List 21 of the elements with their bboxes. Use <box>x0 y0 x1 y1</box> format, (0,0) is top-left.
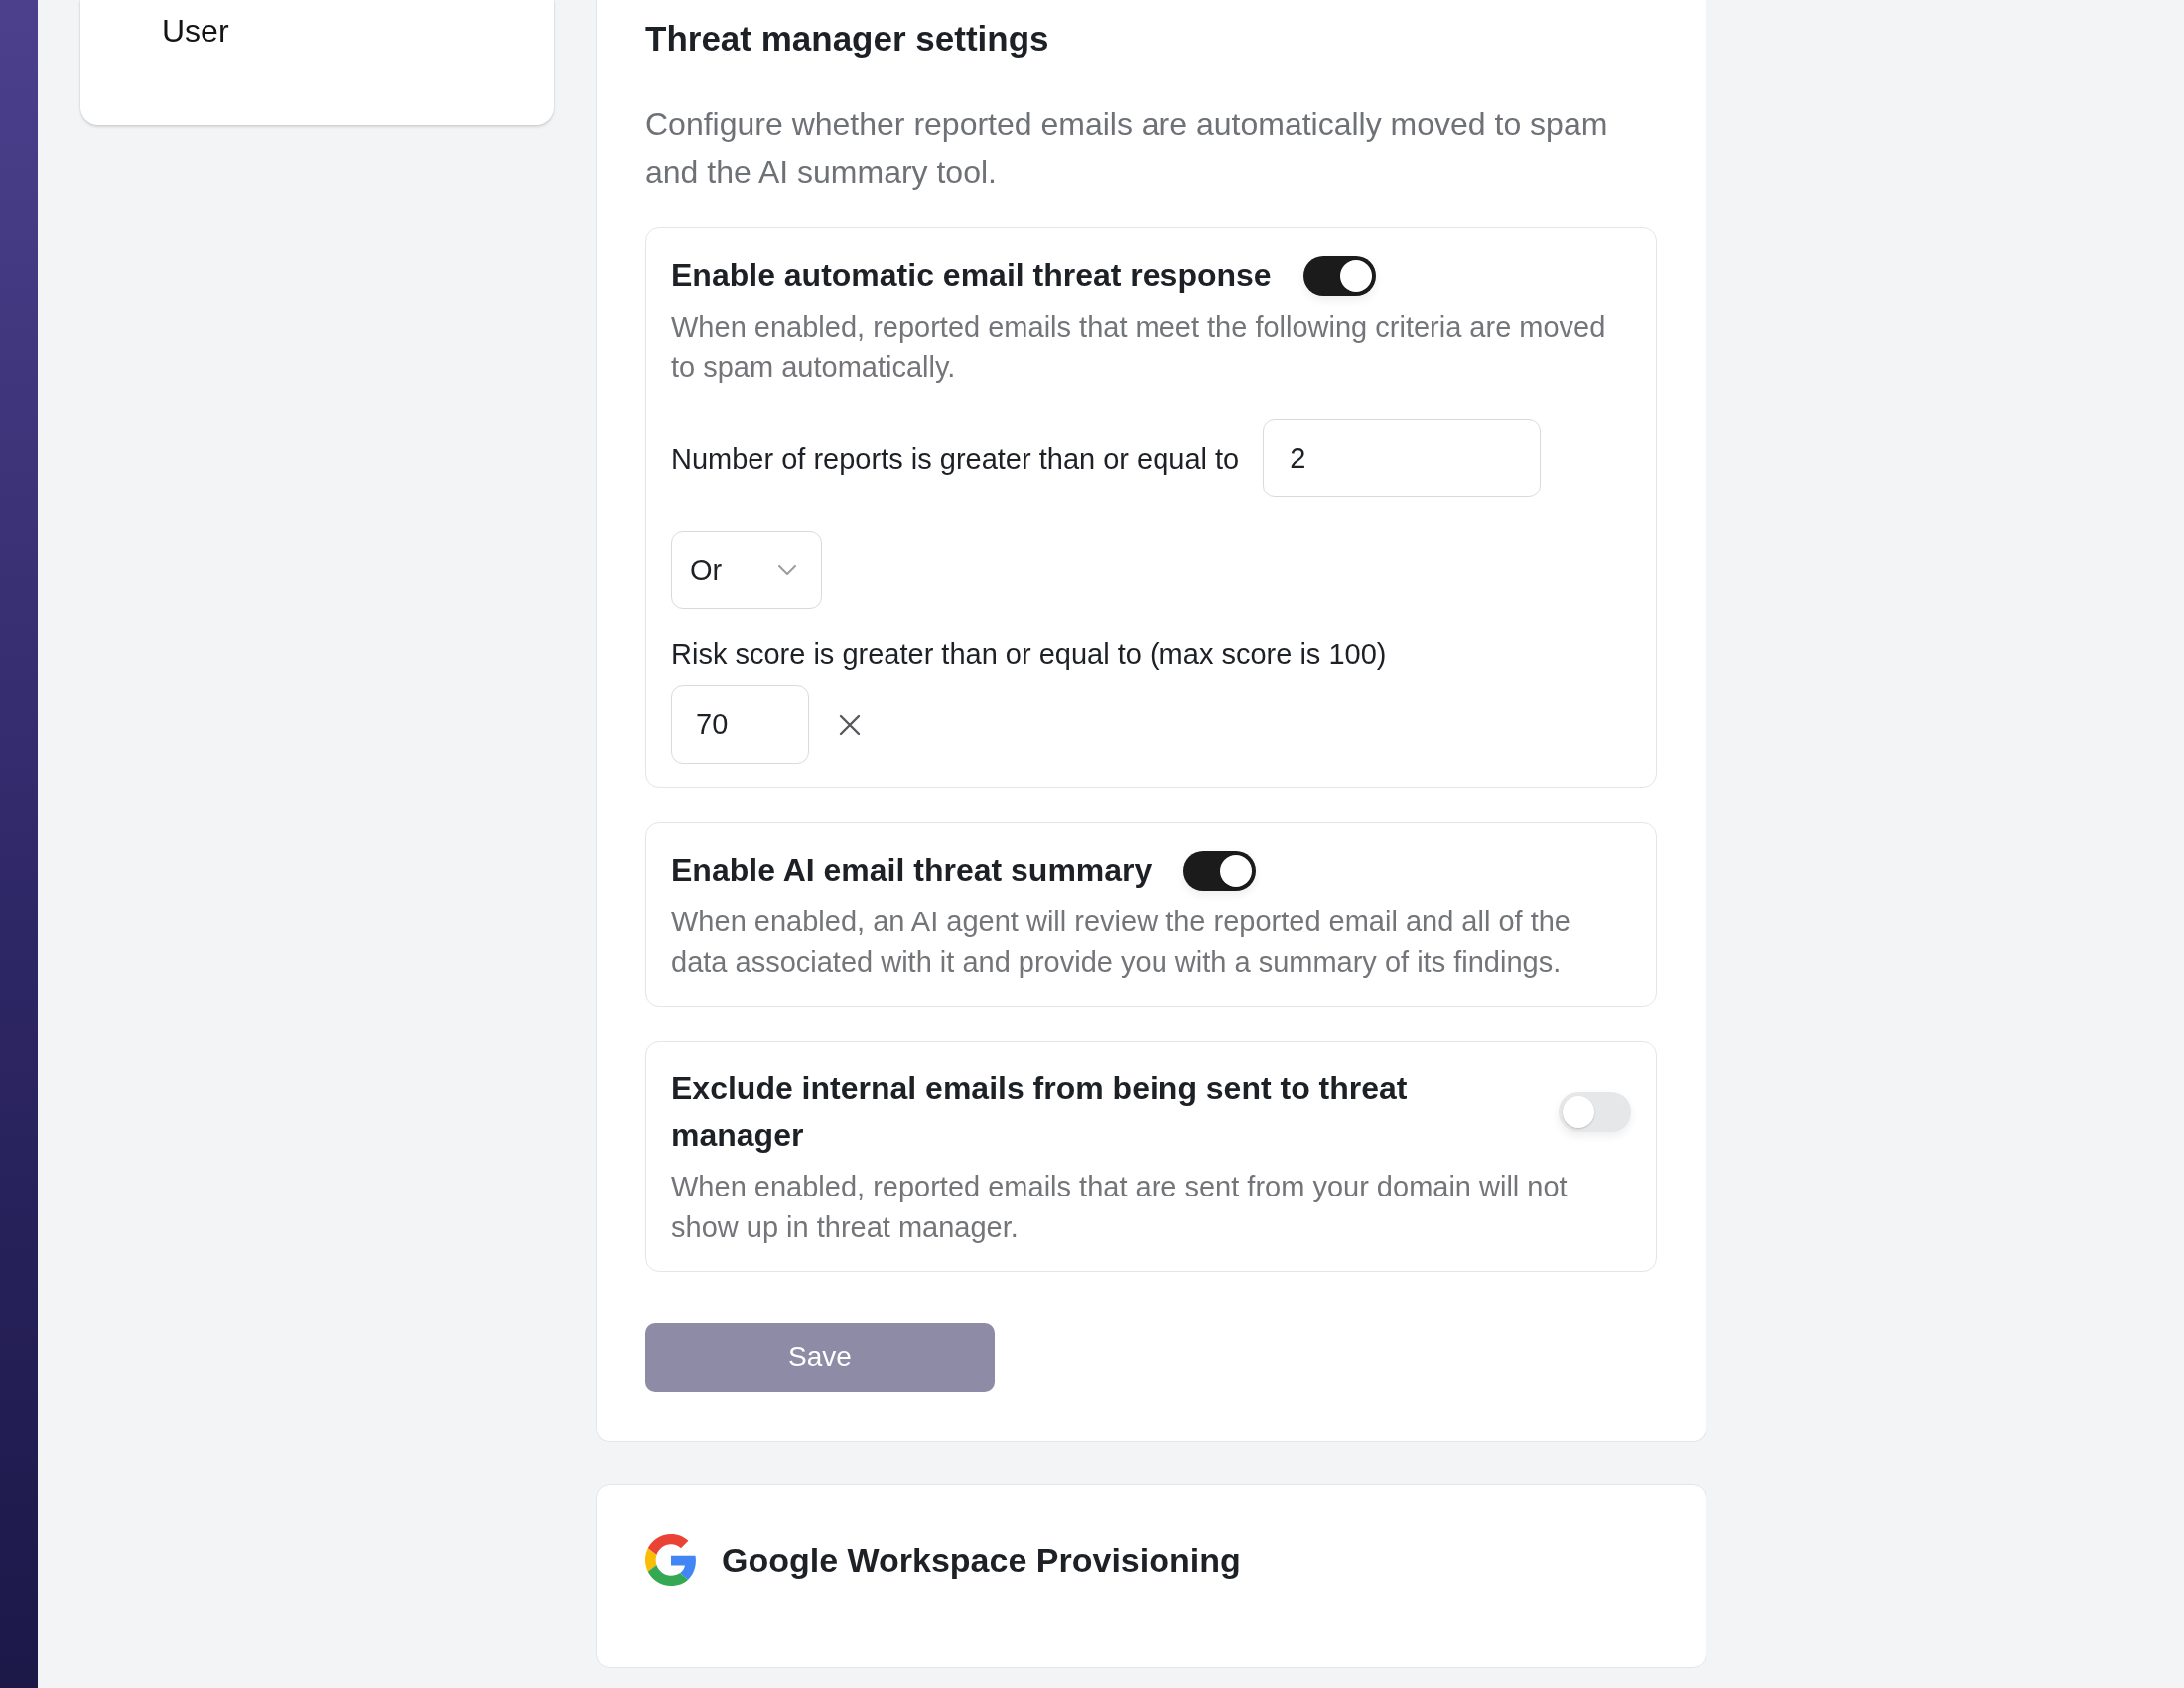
section-heading: Threat manager settings <box>645 18 1050 60</box>
toggle-switch[interactable] <box>1559 1092 1631 1132</box>
setting-title: Enable automatic email threat response <box>671 256 1272 295</box>
toggle-switch[interactable] <box>1302 255 1376 296</box>
toggle-switch[interactable] <box>1183 850 1257 891</box>
field-label: Risk score is greater than or equal to (max score is 100) <box>671 637 1388 672</box>
setting-description: When enabled, reported emails that meet the following criteria are moved to spam automatically. <box>671 310 1607 385</box>
setting-title: Exclude internal emails from being sent to threat manager <box>671 1069 1409 1155</box>
setting-description: When enabled, reported emails that are sent from your domain will not show up in threat manager. <box>671 1170 1569 1245</box>
number-input[interactable]: 2 <box>1263 419 1542 497</box>
google-logo-icon <box>645 1534 697 1586</box>
section-description: Configure whether reported emails are automatically moved to spam and the AI summary tool. <box>645 105 1609 192</box>
field-label: Number of reports is greater than or equal to <box>671 441 1240 477</box>
operator-dropdown[interactable]: Or <box>671 531 822 609</box>
sidebar-item[interactable]: User <box>162 9 229 53</box>
setting-description: When enabled, an AI agent will review the reported email and all of the data associated with it and provide you with a summary of its findings. <box>671 905 1571 980</box>
card-title: Google Workspace Provisioning <box>722 1540 1241 1581</box>
chevron-down-icon <box>778 565 796 575</box>
close-icon[interactable] <box>839 713 861 736</box>
setting-title: Enable AI email threat summary <box>671 851 1153 890</box>
number-input[interactable]: 70 <box>671 685 809 764</box>
